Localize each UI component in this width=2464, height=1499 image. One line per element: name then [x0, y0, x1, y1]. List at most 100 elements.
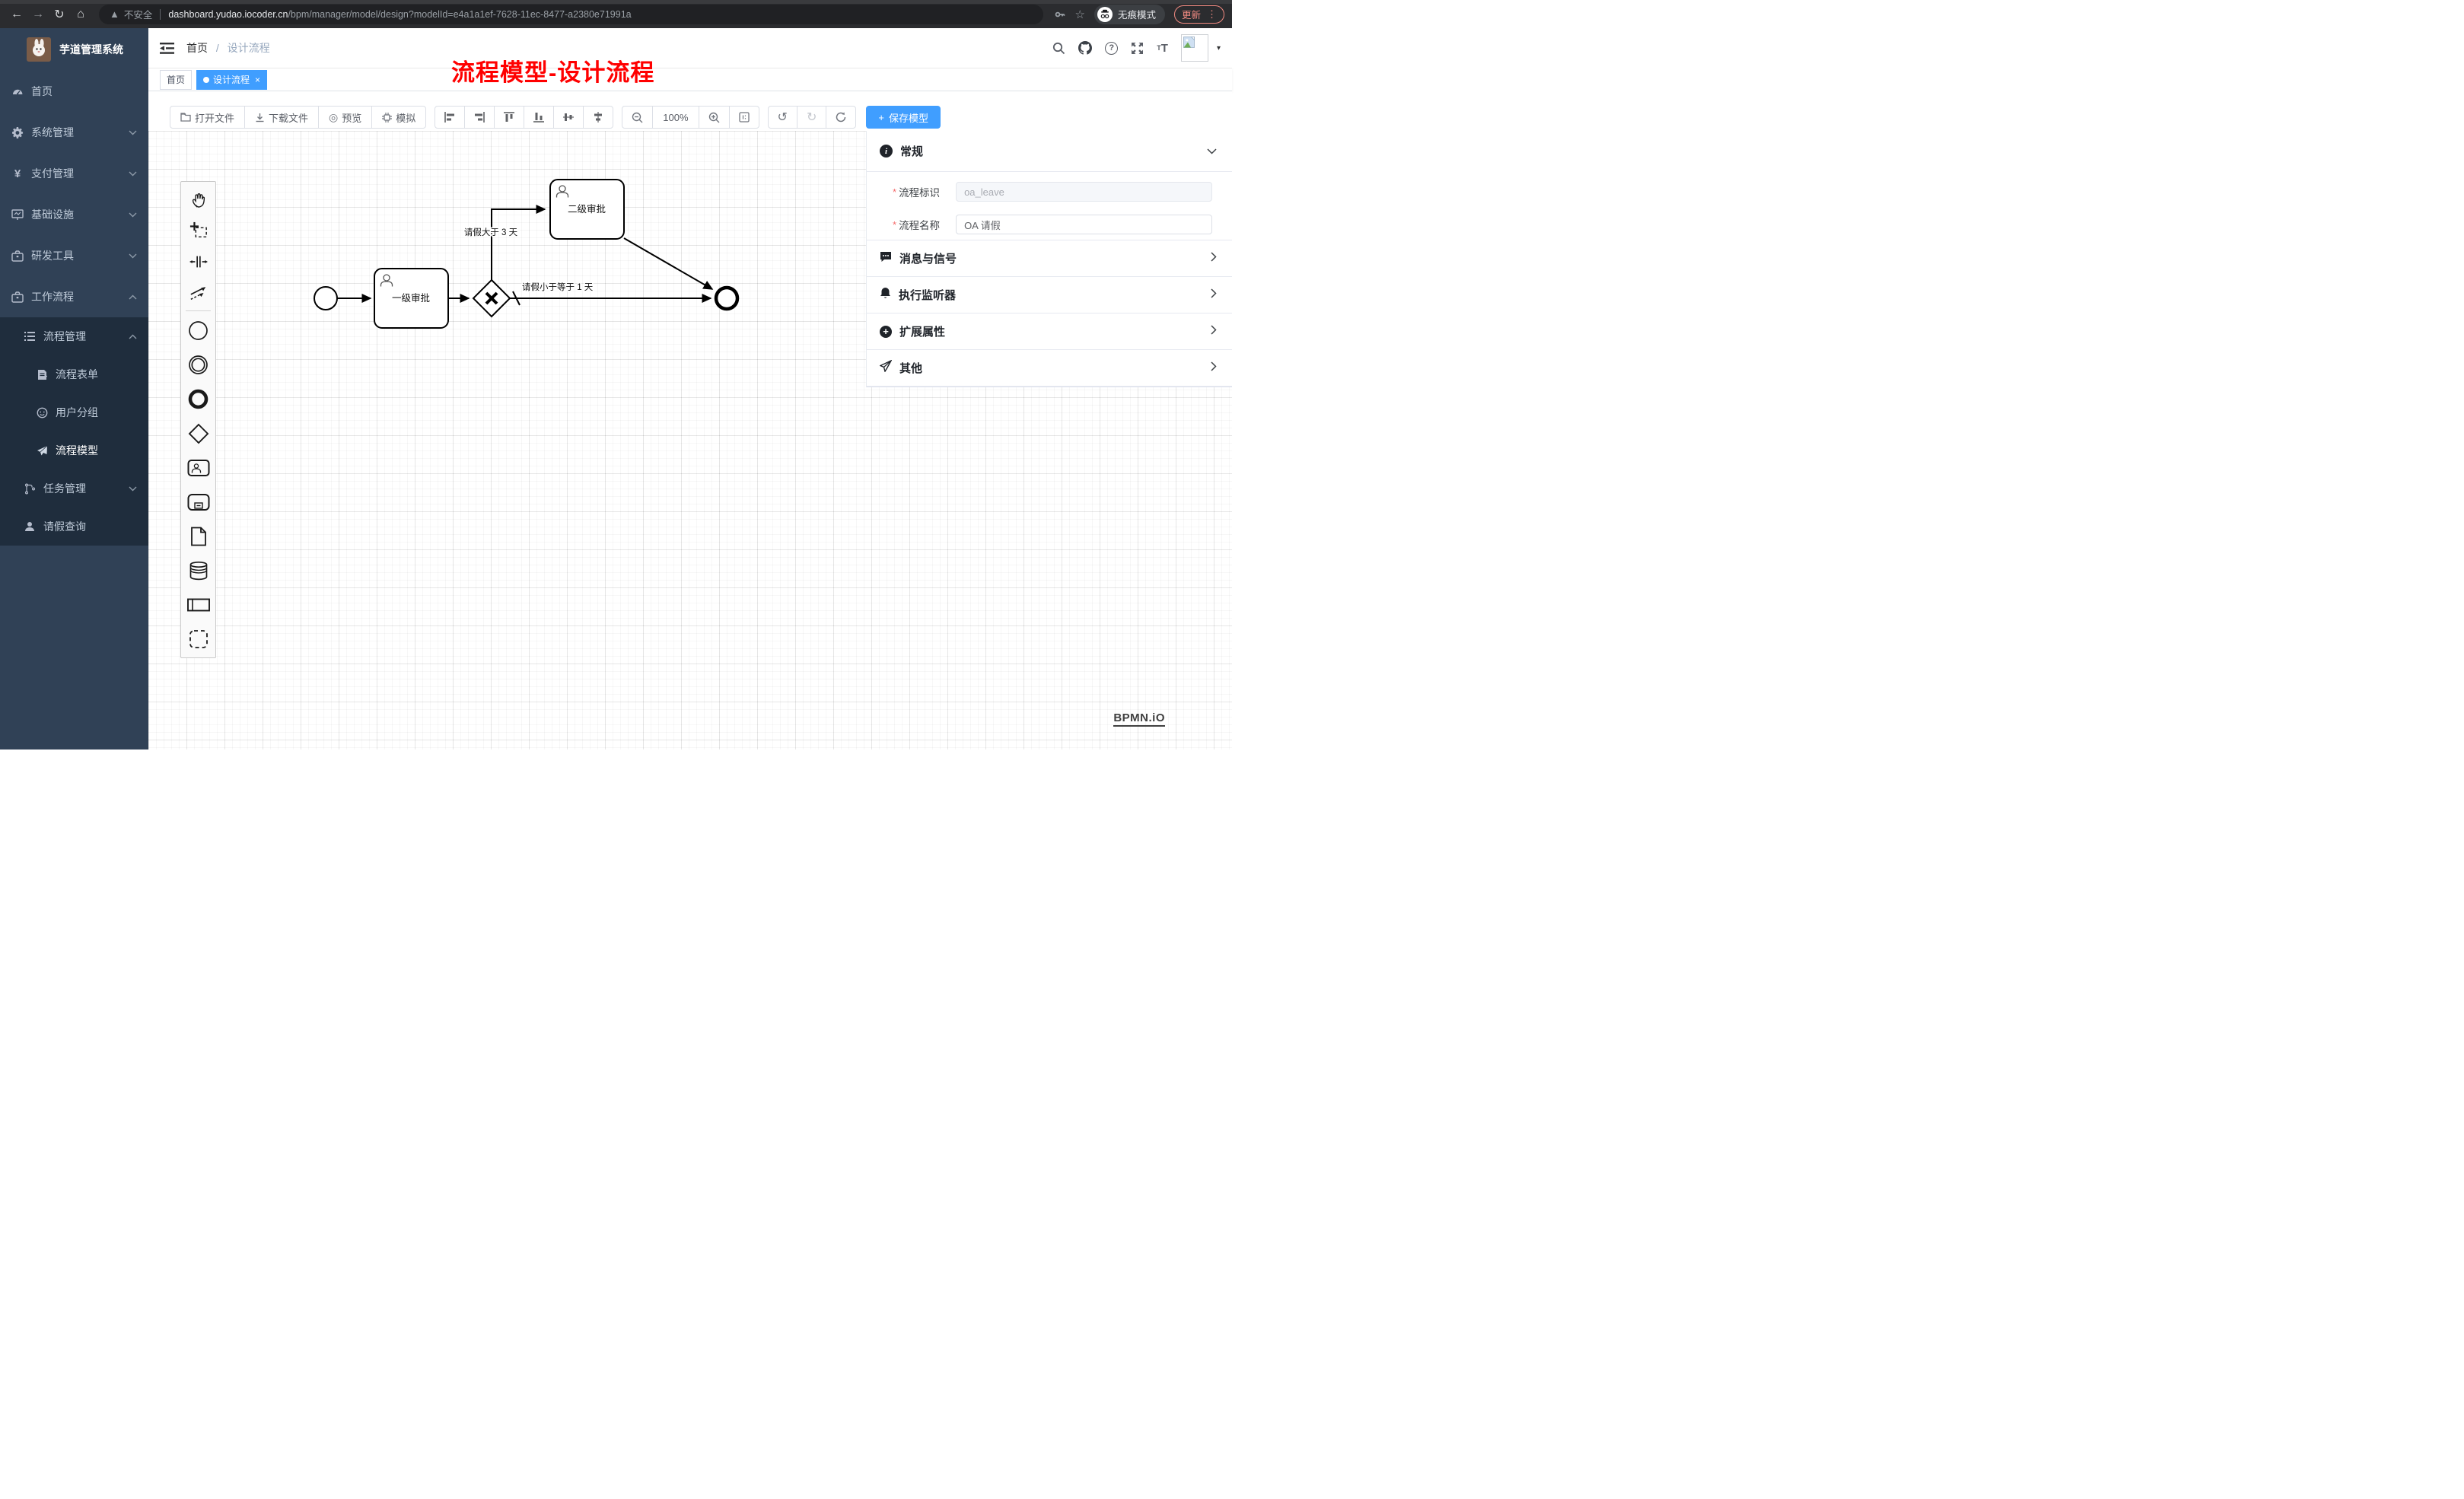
- user-task-level1-node[interactable]: 一级审批: [374, 269, 448, 328]
- close-icon[interactable]: ×: [255, 75, 260, 85]
- end-event-node[interactable]: [716, 288, 737, 309]
- avatar-dropdown-caret-icon[interactable]: ▾: [1217, 44, 1221, 53]
- section-label: 消息与信号: [899, 250, 1211, 266]
- sidebar-item-payment[interactable]: ¥ 支付管理: [0, 153, 148, 194]
- header-actions: ? TT ▾: [1052, 34, 1221, 62]
- github-icon[interactable]: [1078, 41, 1092, 55]
- zoom-in-button[interactable]: [699, 106, 730, 129]
- align-right-button[interactable]: [464, 106, 495, 129]
- back-icon[interactable]: ←: [6, 4, 27, 25]
- save-model-button[interactable]: + 保存模型: [866, 106, 941, 129]
- help-icon[interactable]: ?: [1105, 42, 1118, 55]
- create-subprocess[interactable]: [181, 485, 215, 519]
- reload-icon[interactable]: ↻: [49, 4, 70, 25]
- user-task-level2-node[interactable]: 二级审批: [550, 180, 624, 239]
- process-name-input[interactable]: [956, 215, 1212, 234]
- sidebar-item-home[interactable]: 首页: [0, 71, 148, 112]
- create-group[interactable]: [181, 622, 215, 656]
- app-title: 芋道管理系统: [59, 42, 123, 57]
- search-icon[interactable]: [1052, 42, 1065, 55]
- simulate-button[interactable]: 模拟: [371, 106, 426, 129]
- tab-label: 首页: [167, 73, 185, 86]
- redo-button[interactable]: ↻: [797, 106, 826, 129]
- align-top-button[interactable]: [494, 106, 524, 129]
- align-hcenter-icon: [593, 112, 603, 123]
- sidebar-item-process-mgmt[interactable]: 流程管理: [0, 317, 148, 355]
- start-event-node[interactable]: [314, 287, 337, 310]
- restart-button[interactable]: [826, 106, 856, 129]
- fullscreen-icon[interactable]: [1131, 42, 1144, 55]
- align-vcenter-button[interactable]: [553, 106, 584, 129]
- forward-icon[interactable]: →: [27, 4, 49, 25]
- fit-view-icon: [739, 112, 750, 123]
- yen-icon: ¥: [11, 167, 24, 180]
- hand-tool[interactable]: [181, 183, 215, 215]
- toolbox-icon: [11, 250, 24, 262]
- bookmark-star-icon[interactable]: ☆: [1075, 8, 1085, 21]
- space-tool[interactable]: [181, 246, 215, 277]
- create-end-event[interactable]: [181, 382, 215, 416]
- create-intermediate-event[interactable]: [181, 348, 215, 382]
- section-execution-listener[interactable]: 执行监听器: [867, 277, 1232, 313]
- open-file-button[interactable]: 打开文件: [170, 106, 245, 129]
- face-icon: [36, 406, 48, 419]
- sidebar-item-leave-query[interactable]: 请假查询: [0, 508, 148, 546]
- avatar[interactable]: [1181, 34, 1208, 62]
- gear-icon: [11, 126, 24, 138]
- create-exclusive-gateway[interactable]: [181, 416, 215, 450]
- align-vcenter-icon: [563, 112, 574, 123]
- tab-design[interactable]: 设计流程 ×: [196, 70, 267, 90]
- lasso-tool[interactable]: [181, 215, 215, 246]
- update-button[interactable]: 更新 ⋮: [1174, 5, 1224, 24]
- align-bottom-button[interactable]: [524, 106, 554, 129]
- create-user-task[interactable]: [181, 450, 215, 485]
- general-section-header[interactable]: i 常规: [867, 131, 1232, 172]
- sidebar-item-process-model[interactable]: 流程模型: [0, 431, 148, 469]
- align-hcenter-button[interactable]: [583, 106, 613, 129]
- chevron-down-icon: [129, 171, 137, 177]
- sidebar-collapse-icon[interactable]: [160, 43, 174, 54]
- download-file-button[interactable]: 下载文件: [244, 106, 319, 129]
- create-data-object[interactable]: [181, 519, 215, 553]
- task-label: 二级审批: [568, 203, 606, 215]
- flow-label-gt3[interactable]: 请假大于 3 天: [464, 227, 518, 237]
- bpmn-canvas[interactable]: 一级审批 二级审批: [148, 131, 1232, 750]
- fit-view-button[interactable]: [729, 106, 759, 129]
- sidebar-item-devtools[interactable]: 研发工具: [0, 235, 148, 276]
- create-participant[interactable]: [181, 587, 215, 622]
- section-extended-attributes[interactable]: + 扩展属性: [867, 313, 1232, 350]
- chevron-up-icon: [129, 294, 137, 300]
- tags-view-bar: 首页 设计流程 ×: [148, 68, 1232, 91]
- key-icon[interactable]: [1054, 8, 1066, 21]
- undo-button[interactable]: ↺: [768, 106, 797, 129]
- process-name-field-row: * 流程名称: [893, 215, 1212, 234]
- sidebar-item-infra[interactable]: 基础设施: [0, 194, 148, 235]
- sidebar-item-task-mgmt[interactable]: 任务管理: [0, 469, 148, 508]
- address-bar[interactable]: ▲ 不安全 dashboard.yudao.iocoder.cn/bpm/man…: [99, 5, 1043, 24]
- security-label[interactable]: 不安全: [124, 7, 153, 21]
- sidebar-item-workflow[interactable]: 工作流程: [0, 276, 148, 317]
- section-message-signal[interactable]: 消息与信号: [867, 240, 1232, 277]
- chevron-right-icon: [1211, 361, 1217, 375]
- menu-kebab-icon[interactable]: ⋮: [1207, 8, 1217, 21]
- exclusive-gateway-node[interactable]: [473, 280, 510, 317]
- breadcrumb-home[interactable]: 首页: [186, 42, 208, 54]
- sidebar-item-user-group[interactable]: 用户分组: [0, 393, 148, 431]
- create-data-store[interactable]: [181, 553, 215, 587]
- font-size-icon[interactable]: TT: [1157, 42, 1168, 55]
- align-left-button[interactable]: [435, 106, 465, 129]
- sidebar-item-process-form[interactable]: 流程表单: [0, 355, 148, 393]
- global-connect-tool[interactable]: [181, 277, 215, 308]
- tab-home[interactable]: 首页: [160, 70, 192, 90]
- section-other[interactable]: 其他: [867, 350, 1232, 387]
- preview-button[interactable]: ◎ 预览: [318, 106, 372, 129]
- plus-icon: +: [878, 112, 884, 123]
- create-start-event[interactable]: [181, 313, 215, 348]
- zoom-out-button[interactable]: [622, 106, 653, 129]
- zoom-button-group: 100%: [622, 106, 759, 129]
- home-icon[interactable]: ⌂: [70, 4, 91, 25]
- sidebar-item-system[interactable]: 系统管理: [0, 112, 148, 153]
- chevron-right-icon: [1211, 288, 1217, 302]
- process-key-input[interactable]: [956, 182, 1212, 202]
- flow-label-le1[interactable]: 请假小于等于 1 天: [522, 282, 594, 292]
